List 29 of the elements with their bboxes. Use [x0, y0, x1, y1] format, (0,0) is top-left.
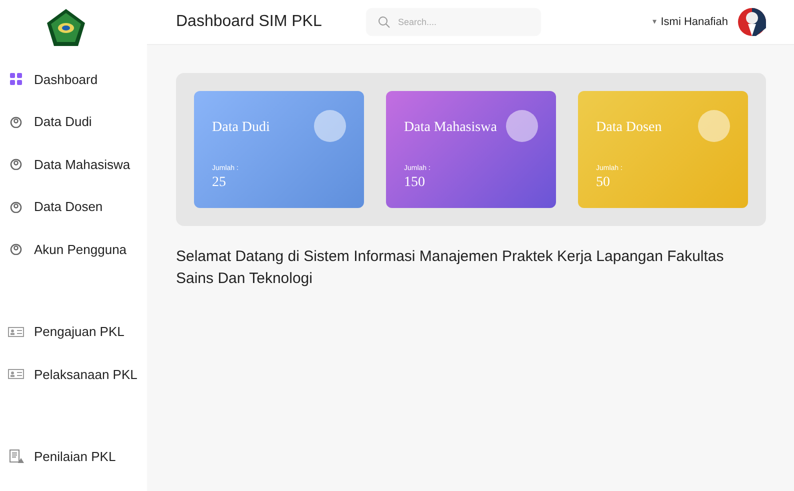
sidebar-item[interactable]: Data Dudi	[8, 100, 147, 143]
count-value: 50	[596, 174, 610, 192]
document-icon	[8, 449, 24, 464]
avatar-icon[interactable]	[738, 8, 766, 36]
search-icon	[378, 16, 390, 28]
count-value: 25	[212, 174, 226, 192]
user-icon	[10, 200, 22, 213]
page-title: Dashboard SIM PKL	[176, 12, 323, 32]
user-menu[interactable]: ▾ Ismi Hanafiah	[652, 14, 728, 30]
user-icon	[10, 158, 22, 170]
count-value: 150	[404, 174, 425, 192]
sidebar-item[interactable]: Data Mahasiswa	[8, 143, 147, 186]
sidebar-item[interactable]: Data Dosen	[8, 186, 147, 228]
welcome-text: Selamat Datang di Sistem Informasi Manajemen Praktek Kerja Lapangan Fakultas Sains Dan Teknologi	[176, 247, 725, 289]
id-card-icon	[8, 369, 24, 380]
card-title: Data Mahasiswa	[404, 119, 497, 137]
sidebar-item[interactable]: Dashboard	[8, 58, 147, 100]
logo-icon	[46, 8, 86, 48]
search-field[interactable]: Search....	[366, 8, 541, 36]
sidebar-item[interactable]: Pelaksanaan PKL	[8, 353, 147, 396]
card-title: Data Dudi	[212, 119, 270, 137]
sidebar-item[interactable]: Pengajuan PKL	[8, 310, 147, 353]
grid-icon	[10, 73, 22, 86]
user-icon	[10, 116, 22, 128]
card-title: Data Dosen	[596, 119, 662, 137]
sidebar-item[interactable]: Akun Pengguna	[8, 228, 147, 270]
user-icon	[10, 243, 22, 256]
sidebar-item[interactable]: Penilaian PKL	[8, 436, 147, 478]
id-card-icon	[8, 326, 24, 337]
